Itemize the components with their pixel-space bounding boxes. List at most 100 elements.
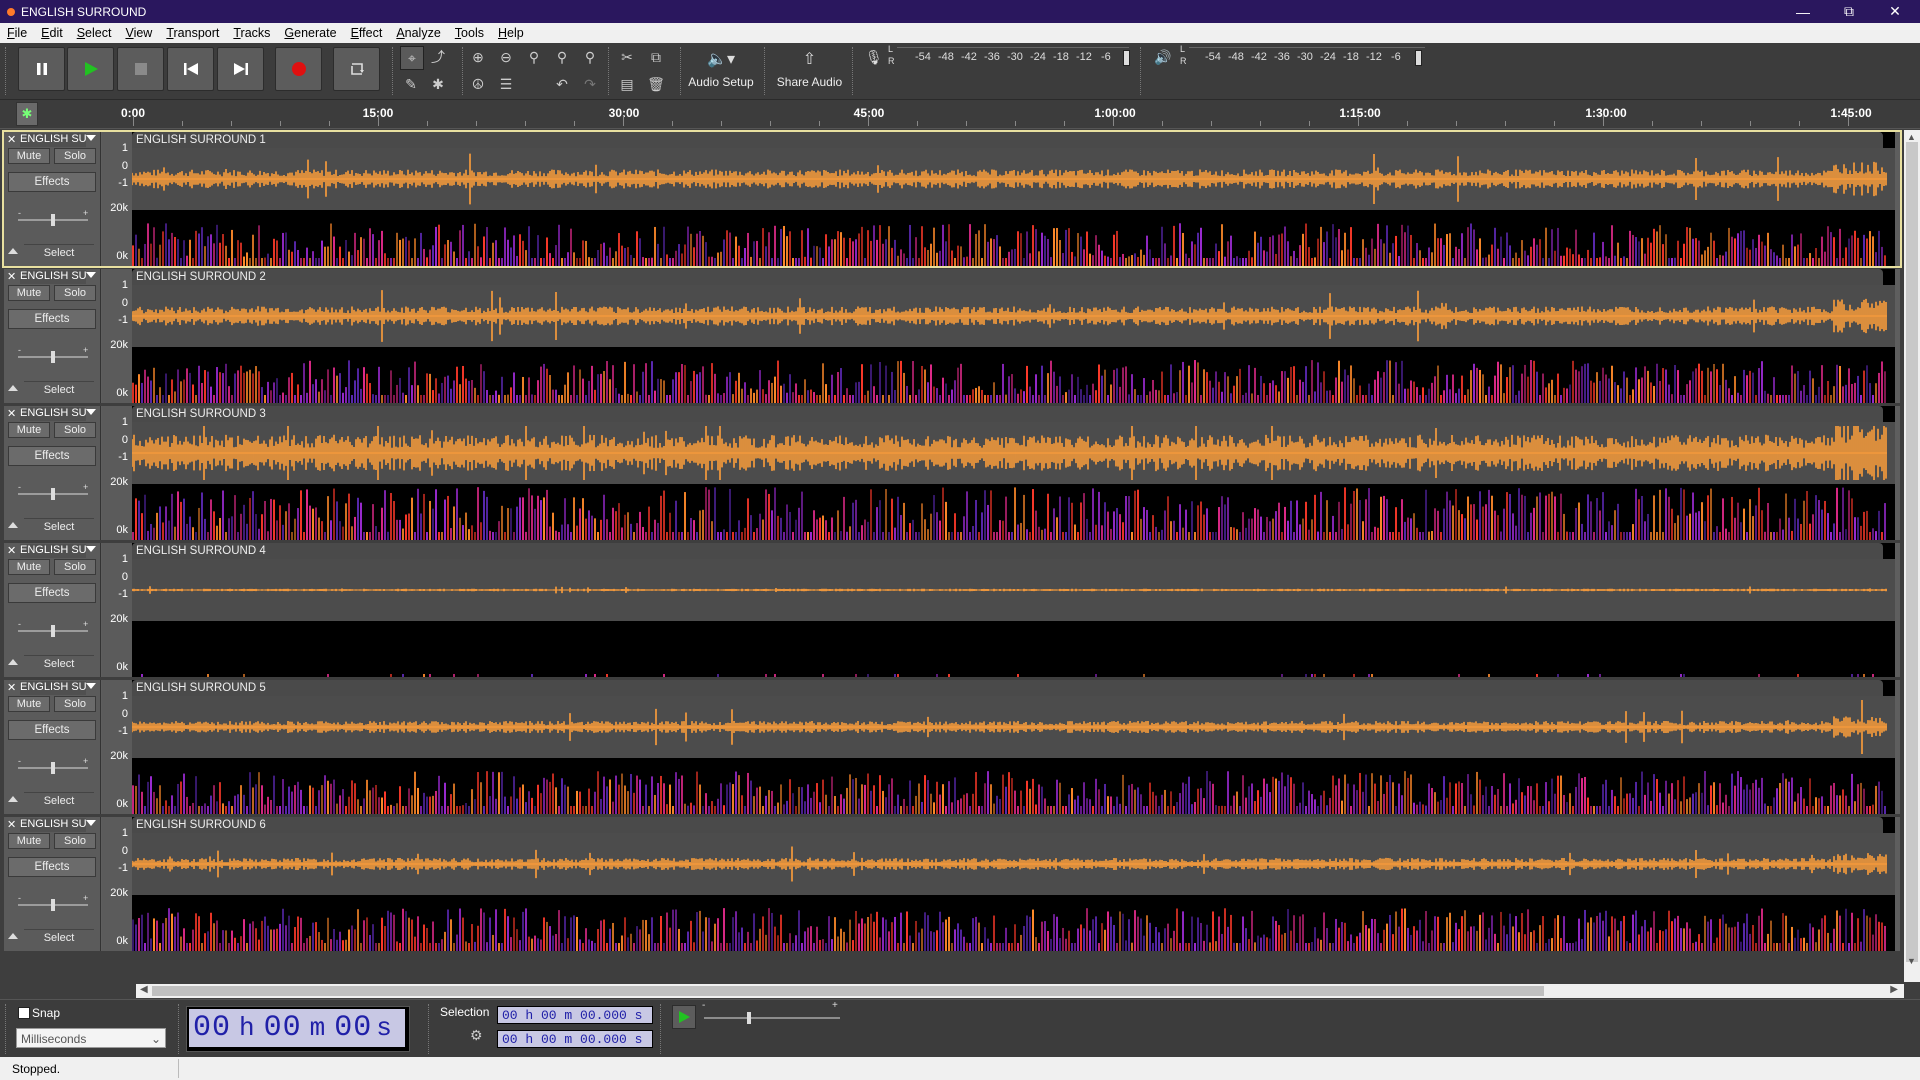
zoom-toggle-button[interactable]: ⚲ [579,46,601,68]
mute-button[interactable]: Mute [8,285,50,301]
collapse-track-icon[interactable] [8,522,18,528]
delete-button[interactable]: 🗑 [645,73,667,95]
select-track-button[interactable]: Select [24,244,94,261]
mute-button[interactable]: Mute [8,422,50,438]
audio-clip[interactable]: ENGLISH SURROUND 4 [132,543,1895,677]
audio-clip[interactable]: ENGLISH SURROUND 1 [132,132,1895,266]
close-window-button[interactable]: ✕ [1872,0,1918,23]
dropdown-arrow-icon[interactable] [86,683,96,689]
draw-tool[interactable]: ✎ [400,73,422,95]
skip-to-end-button[interactable] [217,47,264,91]
clip-title[interactable]: ENGLISH SURROUND 1 [132,132,1883,148]
restore-button[interactable]: ⧉ [1826,0,1872,23]
envelope-tool[interactable]: ⤴ [427,46,449,68]
menu-edit[interactable]: Edit [34,26,70,40]
audio-track[interactable]: ✕ ENGLISH SU Mute Solo Effects - + Select… [4,269,1900,403]
close-track-icon[interactable]: ✕ [7,544,19,558]
scroll-right-icon[interactable]: ▶ [1890,984,1898,995]
close-track-icon[interactable]: ✕ [7,133,19,147]
toolbar-grip[interactable] [680,47,685,95]
vertical-ruler[interactable]: 1 0 -1 20k 0k [102,132,132,266]
audio-track[interactable]: ✕ ENGLISH SU Mute Solo Effects - + Select… [4,406,1900,540]
menu-select[interactable]: Select [70,26,119,40]
pin-icon[interactable]: ✱ [16,102,38,126]
vertical-scroll-thumb[interactable] [1906,142,1918,962]
audio-clip[interactable]: ENGLISH SURROUND 5 [132,680,1895,814]
minimize-button[interactable]: — [1780,0,1826,23]
dropdown-arrow-icon[interactable] [86,272,96,278]
toolbar-grip[interactable] [5,1004,10,1054]
track-area[interactable]: ✕ ENGLISH SU Mute Solo Effects - + Select… [0,130,1904,952]
scroll-left-icon[interactable]: ◀ [140,984,148,995]
select-track-button[interactable]: Select [24,518,94,535]
multi-tool[interactable]: ✱ [427,73,449,95]
audio-track[interactable]: ✕ ENGLISH SU Mute Solo Effects - + Select… [4,543,1900,677]
menu-transport[interactable]: Transport [159,26,226,40]
select-track-button[interactable]: Select [24,381,94,398]
menu-effect[interactable]: Effect [344,26,390,40]
record-meter[interactable]: -54 -48 -42 -36 -30 -24 -18 -12 -6 [897,47,1130,67]
collapse-track-icon[interactable] [8,933,18,939]
select-track-button[interactable]: Select [24,792,94,809]
audio-clip[interactable]: ENGLISH SURROUND 6 [132,817,1895,951]
toolbar-grip[interactable] [428,1004,433,1054]
toolbar-grip[interactable] [852,47,857,95]
effects-button[interactable]: Effects [8,309,96,329]
cut-button[interactable]: ✂ [616,46,638,68]
playback-speed-slider[interactable] [700,1002,844,1032]
dropdown-arrow-icon[interactable] [86,820,96,826]
close-track-icon[interactable]: ✕ [7,681,19,695]
scroll-up-icon[interactable]: ▲ [1907,132,1916,142]
mute-button[interactable]: Mute [8,833,50,849]
effects-button[interactable]: Effects [8,172,96,192]
solo-button[interactable]: Solo [54,559,96,575]
trim-button[interactable]: ☮ [467,73,489,95]
record-button[interactable] [275,47,322,91]
gain-slider[interactable]: - + [16,210,92,230]
zoom-in-button[interactable]: ⊕ [467,46,489,68]
menu-tracks[interactable]: Tracks [226,26,277,40]
select-track-button[interactable]: Select [24,655,94,672]
solo-button[interactable]: Solo [54,285,96,301]
track-name-menu[interactable]: ENGLISH SU [20,407,86,421]
toolbar-grip[interactable] [178,1004,183,1054]
audio-setup-button[interactable]: 🔈▾ Audio Setup [686,47,756,95]
close-track-icon[interactable]: ✕ [7,818,19,832]
dropdown-arrow-icon[interactable] [86,135,96,141]
toolbar-grip[interactable] [5,47,10,95]
track-name-menu[interactable]: ENGLISH SU [20,270,86,284]
fit-project-button[interactable]: ⚲ [551,46,573,68]
effects-button[interactable]: Effects [8,446,96,466]
solo-button[interactable]: Solo [54,833,96,849]
dropdown-arrow-icon[interactable] [86,409,96,415]
track-name-menu[interactable]: ENGLISH SU [20,681,86,695]
audio-track[interactable]: ✕ ENGLISH SU Mute Solo Effects - + Select… [4,680,1900,814]
effects-button[interactable]: Effects [8,857,96,877]
share-audio-button[interactable]: ⇧ Share Audio [772,47,847,95]
horizontal-scroll-thumb[interactable] [152,986,1544,996]
horizontal-scrollbar[interactable]: ◀ ▶ [136,984,1904,998]
timeline-ruler[interactable]: ✱ 0:00 15:00 30:00 45:00 1:00:00 1:15:00… [0,100,1920,129]
menu-analyze[interactable]: Analyze [389,26,447,40]
toolbar-grip[interactable] [392,47,397,95]
vertical-ruler[interactable]: 1 0 -1 20k 0k [102,543,132,677]
solo-button[interactable]: Solo [54,422,96,438]
vertical-ruler[interactable]: 1 0 -1 20k 0k [102,817,132,951]
track-name-menu[interactable]: ENGLISH SU [20,818,86,832]
audio-clip[interactable]: ENGLISH SURROUND 2 [132,269,1895,403]
collapse-track-icon[interactable] [8,248,18,254]
gain-slider[interactable]: - + [16,621,92,641]
effects-button[interactable]: Effects [8,583,96,603]
vertical-ruler[interactable]: 1 0 -1 20k 0k [102,406,132,540]
select-track-button[interactable]: Select [24,929,94,946]
zoom-out-button[interactable]: ⊖ [495,46,517,68]
copy-button[interactable]: ⧉ [645,46,667,68]
close-track-icon[interactable]: ✕ [7,407,19,421]
track-name-menu[interactable]: ENGLISH SU [20,544,86,558]
menu-tools[interactable]: Tools [448,26,491,40]
gain-slider[interactable]: - + [16,347,92,367]
clip-title[interactable]: ENGLISH SURROUND 5 [132,680,1883,696]
mute-button[interactable]: Mute [8,148,50,164]
vertical-scrollbar[interactable]: ▲ ▼ [1904,130,1920,982]
stop-button[interactable] [117,47,164,91]
